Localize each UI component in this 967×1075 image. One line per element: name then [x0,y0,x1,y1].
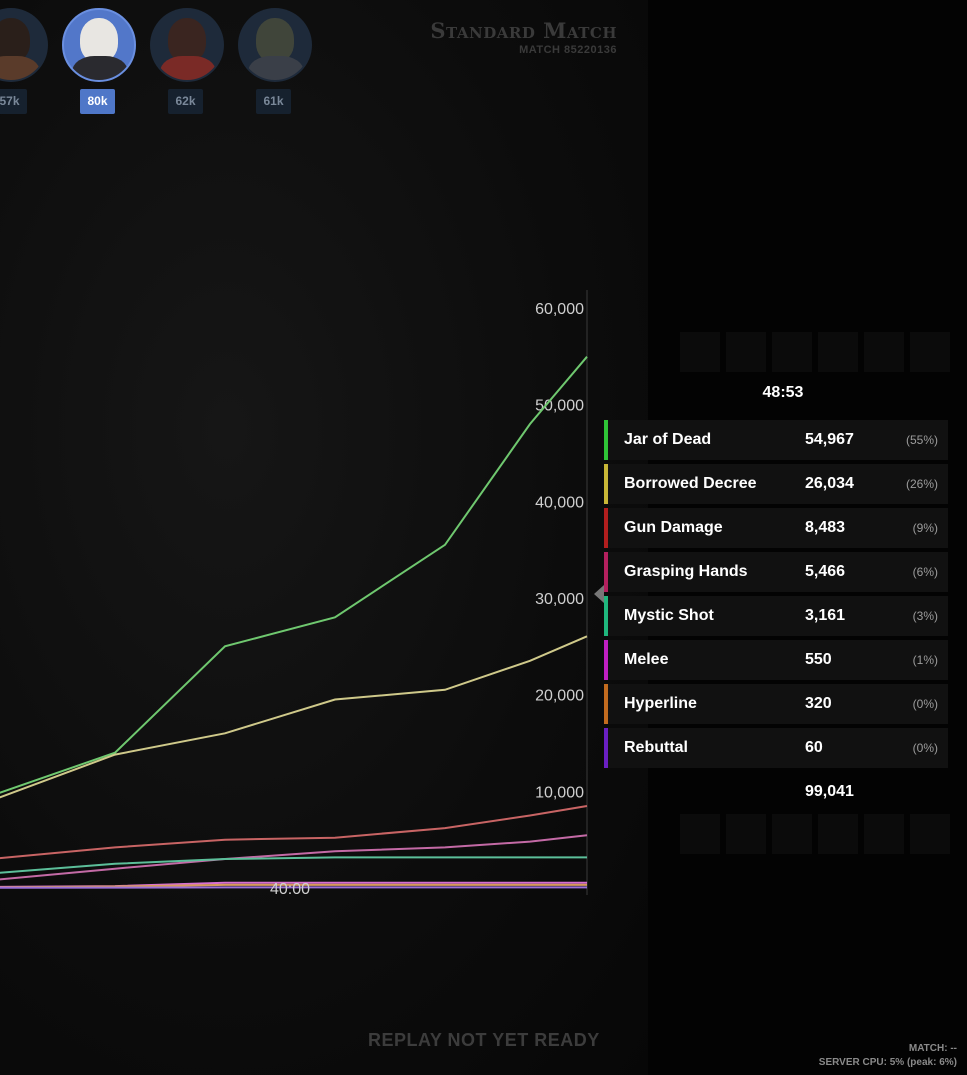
breakdown-row[interactable]: Rebuttal 60 (0%) [604,728,948,768]
hero-score: 62k [168,89,203,114]
y-tick-label: 30,000 [535,591,584,608]
total-damage: 99,041 [805,783,854,800]
ability-name: Gun Damage [624,519,723,536]
ability-percent: (55%) [905,433,938,447]
ability-percent: (1%) [912,653,938,667]
y-tick-label: 60,000 [535,301,584,318]
ability-percent: (6%) [912,565,938,579]
series-line-3 [0,805,588,860]
ability-damage: 60 [805,739,823,756]
breakdown-row[interactable]: Hyperline 320 (0%) [604,684,948,724]
color-swatch [604,728,608,768]
ability-damage: 550 [805,651,832,668]
match-id: MATCH 85220136 [519,44,617,56]
ability-name: Melee [624,651,669,668]
ability-name: Grasping Hands [624,563,748,580]
caret-left-icon [594,585,604,603]
ability-damage: 26,034 [805,475,854,492]
y-tick-label: 20,000 [535,688,584,705]
color-swatch [604,420,608,460]
ability-name: Borrowed Decree [624,475,757,492]
y-tick-label: 10,000 [535,784,584,801]
y-tick-label: 40,000 [535,494,584,511]
breakdown-row[interactable]: Grasping Hands 5,466 (6%) [604,552,948,592]
color-swatch [604,464,608,504]
y-tick-label: 50,000 [535,398,584,415]
ability-name: Rebuttal [624,739,688,756]
ability-percent: (0%) [912,697,938,711]
hero-portrait-icon [238,8,312,82]
ability-percent: (26%) [905,477,938,491]
match-status: MATCH: -- [908,1043,957,1054]
server-cpu-status: SERVER CPU: 5% (peak: 6%) [818,1057,957,1068]
chart-series [0,356,588,889]
ability-percent: (3%) [912,609,938,623]
color-swatch [604,684,608,724]
breakdown-row[interactable]: Borrowed Decree 26,034 (26%) [604,464,948,504]
ability-damage: 5,466 [805,563,846,580]
ability-name: Jar of Dead [624,431,712,448]
series-line-1 [0,356,588,794]
color-swatch [604,596,608,636]
ability-damage: 3,161 [805,607,846,624]
hero-score: 61k [256,89,291,114]
hero-portrait-icon [62,8,136,82]
hero-score: 57k [0,89,27,114]
ability-name: Hyperline [624,695,697,712]
ability-damage: 8,483 [805,519,846,536]
damage-breakdown-list: Jar of Dead 54,967 (55%) Borrowed Decree… [604,420,948,772]
match-title: Standard Match [430,18,617,43]
ability-percent: (9%) [912,521,938,535]
color-swatch [604,552,608,592]
ability-damage: 54,967 [805,431,854,448]
y-axis-ticks: 60,000 50,000 40,000 30,000 20,000 10,000 [535,301,584,801]
replay-status: REPLAY NOT YET READY [368,1030,600,1050]
hero-score: 80k [80,89,115,114]
time-readout: 48:53 [762,384,804,401]
ability-name: Mystic Shot [624,607,714,624]
hero-portrait-icon [150,8,224,82]
series-line-2 [0,635,588,799]
damage-line-chart[interactable]: 60,000 50,000 40,000 30,000 20,000 10,000 40:… [0,290,600,900]
ability-percent: (0%) [912,741,938,755]
x-tick-label: 40:00 [270,881,310,898]
breakdown-row[interactable]: Gun Damage 8,483 (9%) [604,508,948,548]
color-swatch [604,640,608,680]
breakdown-row[interactable]: Melee 550 (1%) [604,640,948,680]
breakdown-row[interactable]: Jar of Dead 54,967 (55%) [604,420,948,460]
color-swatch [604,508,608,548]
breakdown-row[interactable]: Mystic Shot 3,161 (3%) [604,596,948,636]
ability-damage: 320 [805,695,832,712]
